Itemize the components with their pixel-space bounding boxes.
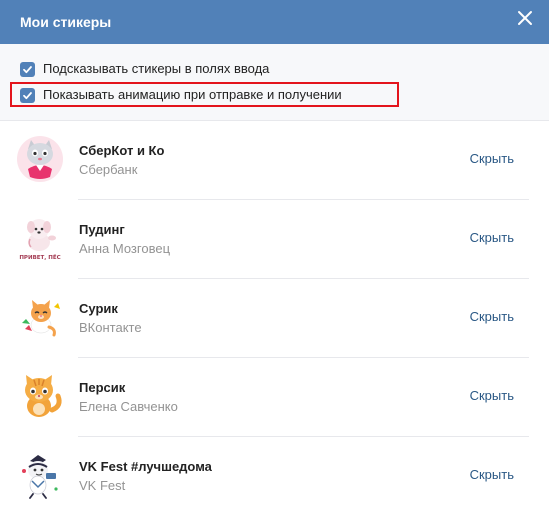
list-item: VK Fest #лучшедома VK Fest Скрыть — [0, 437, 549, 510]
sticker-caption: ПРИВЕТ, ПЁС — [19, 254, 60, 261]
pack-title: Сурик — [79, 301, 118, 316]
option-suggest-stickers[interactable]: Подсказывать стикеры в полях ввода — [20, 60, 269, 78]
suggest-stickers-label: Подсказывать стикеры в полях ввода — [43, 61, 270, 76]
hide-button[interactable]: Скрыть — [470, 230, 514, 246]
pack-author: Елена Савченко — [79, 399, 178, 414]
pack-author: Сбербанк — [79, 162, 138, 177]
close-button[interactable] — [515, 8, 535, 28]
hide-button[interactable]: Скрыть — [470, 388, 514, 404]
surik-sticker — [16, 293, 64, 341]
hide-button[interactable]: Скрыть — [470, 309, 514, 325]
pack-author: ВКонтакте — [79, 320, 142, 335]
pack-title: Пудинг — [79, 222, 125, 237]
suggest-stickers-checkbox[interactable] — [20, 61, 35, 77]
pack-author: VK Fest — [79, 478, 126, 493]
list-item: ПРИВЕТ, ПЁС Пудинг Анна Мозговец Скрыть — [0, 200, 549, 279]
pack-title: Персик — [79, 380, 126, 395]
pack-title: VK Fest #лучшедома — [79, 459, 212, 474]
list-item: Сурик ВКонтакте Скрыть — [0, 279, 549, 358]
pack-title: СберКот и Ко — [79, 143, 165, 158]
sberkot-sticker — [16, 135, 64, 183]
persik-sticker — [16, 372, 64, 420]
settings-panel: Подсказывать стикеры в полях ввода Показ… — [0, 44, 549, 121]
close-icon — [518, 11, 532, 25]
stickers-dialog: Мои стикеры Подсказывать стикеры в полях… — [0, 0, 549, 510]
hide-button[interactable]: Скрыть — [470, 467, 514, 483]
pack-author: Анна Мозговец — [79, 241, 171, 256]
list-item: СберКот и Ко Сбербанк Скрыть — [0, 121, 549, 200]
hide-button[interactable]: Скрыть — [470, 151, 514, 167]
list-item: Персик Елена Савченко Скрыть — [0, 358, 549, 437]
sticker-pack-list: СберКот и Ко Сбербанк Скрыть ПРИВЕТ, ПЁС — [0, 121, 549, 510]
checkmark-icon — [23, 65, 32, 73]
puding-sticker: ПРИВЕТ, ПЁС — [16, 214, 64, 262]
vkfest-sticker — [16, 451, 64, 499]
dialog-title: Мои стикеры — [20, 14, 112, 30]
highlight-annotation — [10, 82, 399, 107]
dialog-header: Мои стикеры — [0, 0, 549, 44]
